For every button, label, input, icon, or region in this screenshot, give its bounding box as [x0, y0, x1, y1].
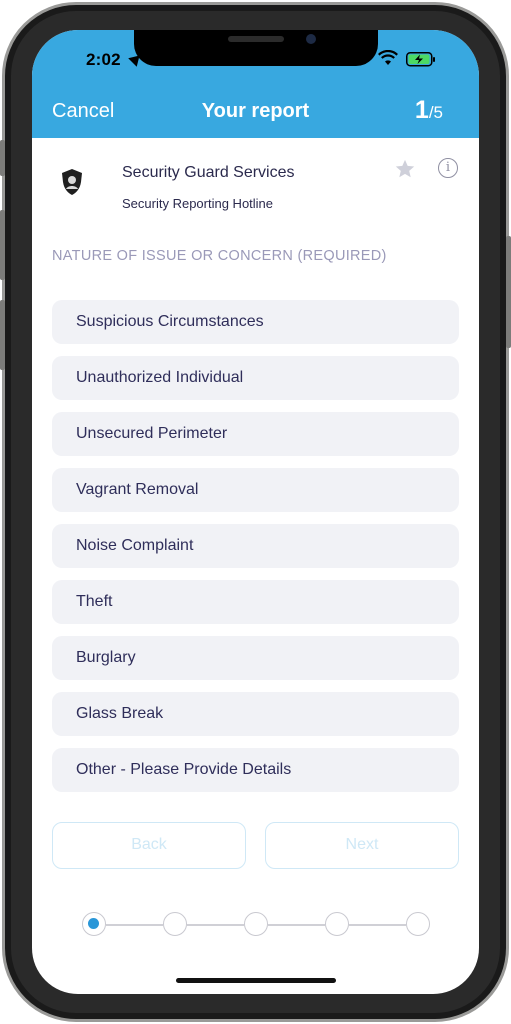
step-connector — [106, 924, 163, 926]
volume-down-button — [0, 300, 5, 370]
option-other[interactable]: Other - Please Provide Details — [52, 748, 459, 792]
app-header: 2:02 Cancel Your report 1/5 — [32, 30, 479, 138]
option-noise-complaint[interactable]: Noise Complaint — [52, 524, 459, 568]
step-dot-2 — [163, 912, 187, 936]
section-label: NATURE OF ISSUE OR CONCERN (REQUIRED) — [52, 248, 387, 264]
back-button[interactable]: Back — [52, 822, 246, 869]
option-unsecured-perimeter[interactable]: Unsecured Perimeter — [52, 412, 459, 456]
mute-switch — [0, 140, 5, 176]
step-total: /5 — [428, 103, 443, 122]
option-burglary[interactable]: Burglary — [52, 636, 459, 680]
battery-charging-icon — [406, 52, 435, 67]
step-dot-3 — [244, 912, 268, 936]
company-subtitle: Security Reporting Hotline — [122, 196, 274, 211]
step-connector — [268, 924, 325, 926]
option-unauthorized-individual[interactable]: Unauthorized Individual — [52, 356, 459, 400]
step-dot-5 — [406, 912, 430, 936]
progress-stepper — [82, 912, 432, 938]
page-title: Your report — [201, 100, 310, 122]
status-bar: 2:02 — [32, 30, 479, 88]
step-dot-4 — [325, 912, 349, 936]
step-counter: 1/5 — [415, 96, 443, 125]
step-current: 1 — [414, 96, 429, 124]
star-icon[interactable] — [394, 158, 416, 180]
wifi-icon — [378, 50, 398, 65]
company-name: Security Guard Services — [122, 164, 295, 181]
option-vagrant-removal[interactable]: Vagrant Removal — [52, 468, 459, 512]
shield-logo-icon — [62, 169, 82, 195]
volume-up-button — [0, 210, 5, 280]
speaker-grille — [228, 36, 284, 42]
info-icon[interactable]: i — [438, 158, 458, 178]
step-dot-1 — [82, 912, 106, 936]
status-time: 2:02 — [86, 50, 121, 69]
step-connector — [187, 924, 244, 926]
next-button[interactable]: Next — [265, 822, 459, 869]
options-list: Suspicious Circumstances Unauthorized In… — [52, 300, 459, 804]
power-button — [506, 236, 511, 348]
signal-icon — [348, 54, 366, 64]
screen: 2:02 Cancel Your report 1/5 Security Gua… — [32, 30, 479, 994]
nav-bar: Cancel Your report 1/5 — [32, 88, 479, 138]
home-indicator[interactable] — [176, 978, 336, 983]
option-theft[interactable]: Theft — [52, 580, 459, 624]
camera-icon — [306, 34, 316, 44]
notch — [134, 30, 378, 66]
step-connector — [349, 924, 406, 926]
option-glass-break[interactable]: Glass Break — [52, 692, 459, 736]
option-suspicious-circumstances[interactable]: Suspicious Circumstances — [52, 300, 459, 344]
